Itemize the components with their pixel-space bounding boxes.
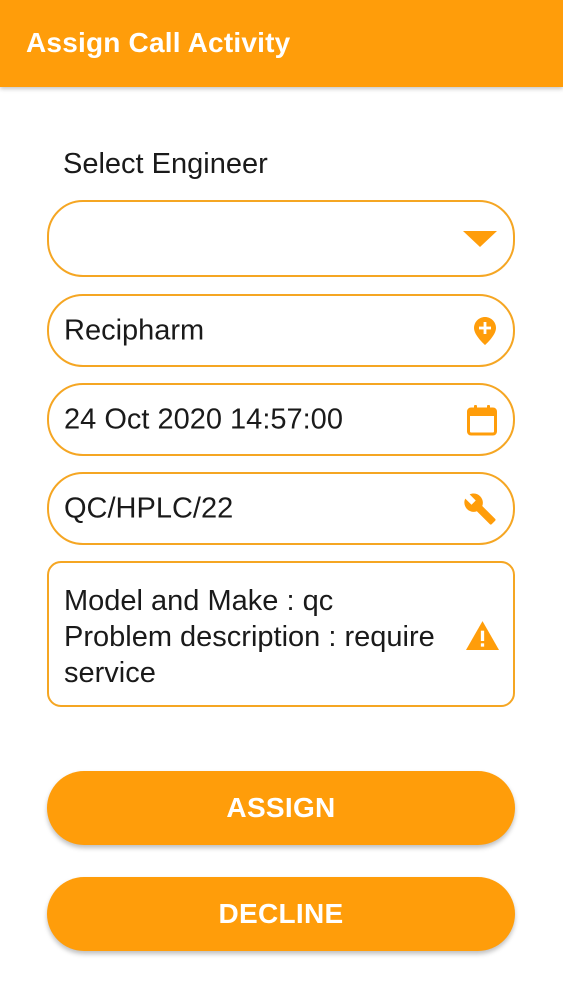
equipment-field[interactable]: QC/HPLC/22 (47, 472, 515, 545)
description-field[interactable]: Model and Make : qc Problem description … (47, 561, 515, 707)
assign-button[interactable]: ASSIGN (47, 771, 515, 845)
description-line-model: Model and Make : qc (64, 585, 334, 617)
select-engineer-label: Select Engineer (63, 148, 268, 180)
engineer-dropdown[interactable] (47, 200, 515, 277)
customer-field[interactable]: Recipharm (47, 294, 515, 367)
app-bar: Assign Call Activity (0, 0, 563, 87)
customer-field-value: Recipharm (64, 314, 205, 346)
description-line-service: service (64, 657, 156, 689)
description-text: Model and Make : qc Problem description … (64, 583, 469, 691)
datetime-field-value: 24 Oct 2020 14:57:00 (64, 403, 343, 435)
datetime-field[interactable]: 24 Oct 2020 14:57:00 (47, 383, 515, 456)
calendar-icon[interactable] (467, 404, 497, 436)
dropdown-triangle-icon[interactable] (463, 230, 497, 248)
decline-button[interactable]: DECLINE (47, 877, 515, 951)
wrench-icon (463, 492, 497, 526)
app-bar-title: Assign Call Activity (26, 27, 291, 58)
equipment-field-value: QC/HPLC/22 (64, 492, 234, 524)
location-add-icon (473, 316, 497, 346)
description-line-problem: Problem description : require (64, 621, 435, 653)
warning-icon (466, 621, 499, 655)
